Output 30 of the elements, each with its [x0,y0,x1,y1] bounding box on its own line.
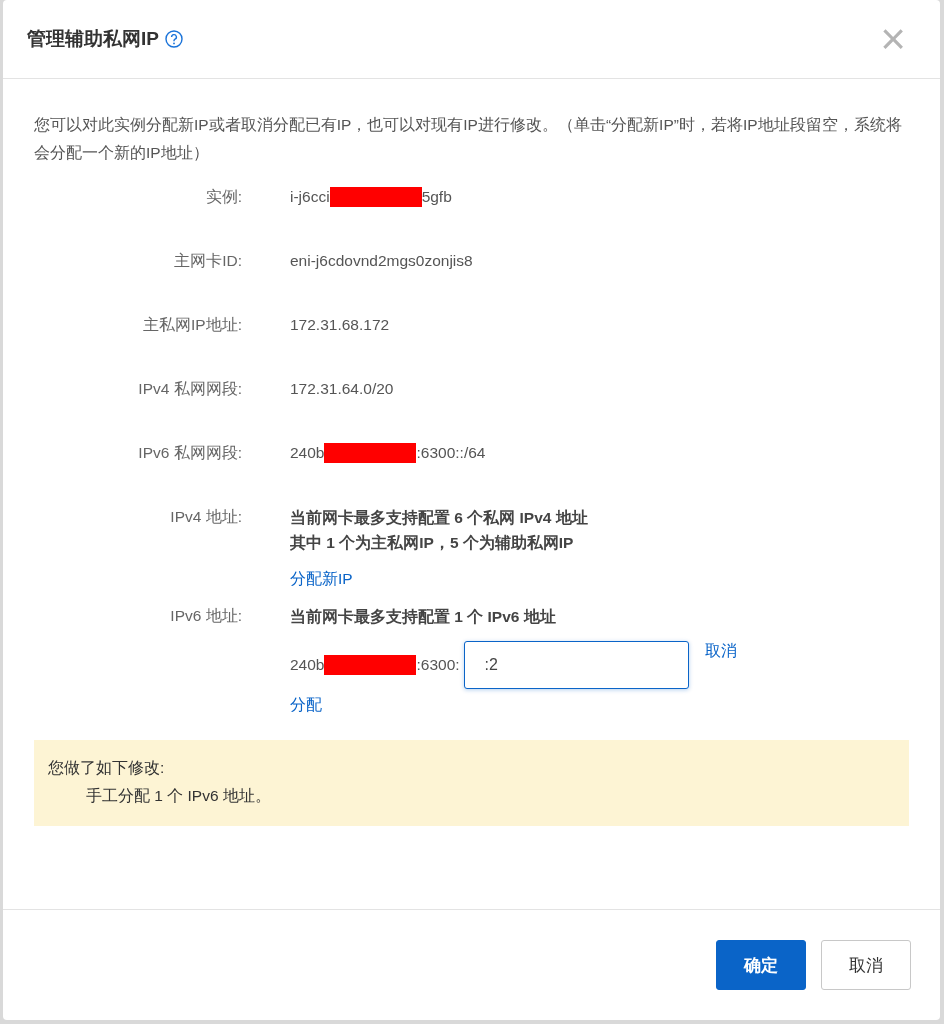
value-text: :6300::/64 [416,443,486,463]
value-text: eni-j6cdovnd2mgs0zonjis8 [290,251,473,271]
intro-text: 您可以对此实例分配新IP或者取消分配已有IP，也可以对现有IP进行修改。（单击“分配新IP”时，若将IP地址段留空，系统将会分配一个新的IP地址） [34,115,903,163]
assign-link[interactable]: 分配 [290,695,322,716]
limit-text: 其中 1 个为主私网IP，5 个为辅助私网IP [290,533,575,553]
field-label: 实例: [205,187,242,207]
ipv6-input-field[interactable]: :2 [463,641,689,689]
value-text: 240b [290,443,325,463]
cancel-link[interactable]: 取消 [704,641,737,662]
value-text: 172.31.68.172 [290,315,390,335]
assign-link[interactable]: 分配新IP [290,569,353,590]
help-icon[interactable] [164,30,183,48]
notice-item: 手工分配 1 个 IPv6 地址。 [85,786,272,806]
value-text: :6300: [416,656,460,674]
field-label: IPv6 私网网段: [138,443,242,463]
dialog-title: 管理辅助私网IP [27,27,159,51]
value-text: 240b [290,656,325,674]
field-label: 主私网IP地址: [143,315,242,335]
notice-title: 您做了如下修改: [48,758,166,778]
field-label: IPv4 地址: [170,507,242,527]
limit-text: 当前网卡最多支持配置 1 个 IPv6 地址 [290,607,557,627]
value-text: 5gfb [421,187,452,207]
value-text: 172.31.64.0/20 [290,379,394,399]
field-label: IPv6 地址: [170,606,242,626]
cancel-button[interactable]: 取消 [821,940,911,990]
field-label: 主网卡ID: [174,251,242,271]
limit-text: 当前网卡最多支持配置 6 个私网 IPv4 地址 [290,508,589,528]
field-label: IPv4 私网网段: [138,379,242,399]
value-text: i-j6cci [290,187,330,207]
confirm-button[interactable]: 确定 [716,940,806,990]
